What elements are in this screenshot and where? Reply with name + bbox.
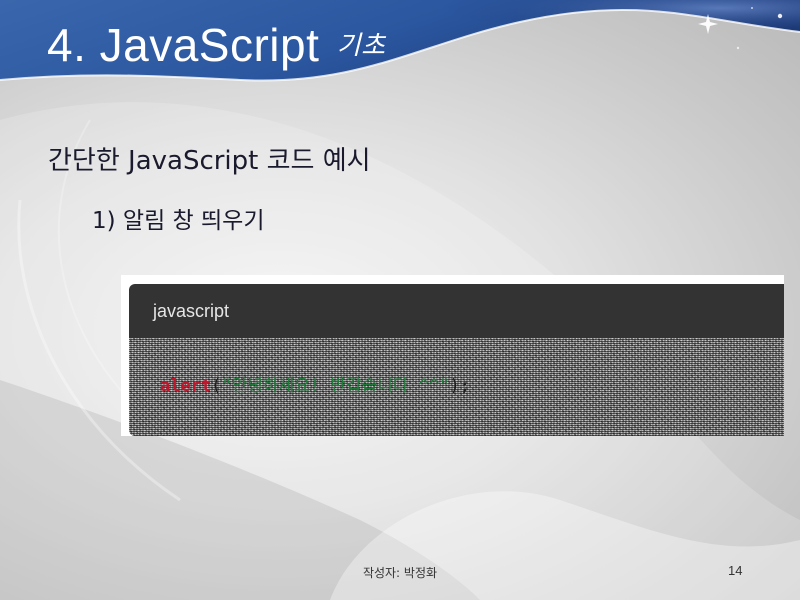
- code-function-name: alert: [160, 376, 212, 396]
- section-heading: 간단한 JavaScript 코드 예시: [48, 146, 371, 176]
- code-close-paren: );: [449, 376, 470, 396]
- code-string-literal: "안녕하세요! 반갑습니다 ^^": [221, 376, 450, 396]
- code-header: javascript: [129, 284, 784, 338]
- slide-title: 4. JavaScript 기초: [47, 18, 386, 72]
- slide: 4. JavaScript 기초 간단한 JavaScript 코드 예시 1)…: [0, 0, 800, 600]
- footer-author: 작성자: 박정화: [362, 566, 438, 580]
- page-number: 14: [728, 563, 743, 578]
- code-body: alert("안녕하세요! 반갑습니다 ^^");: [129, 338, 784, 436]
- code-snippet-image: javascript alert("안녕하세요! 반갑습니다 ^^");: [121, 275, 784, 436]
- code-open-paren: (: [211, 376, 222, 396]
- slide-title-main: 4. JavaScript: [47, 19, 320, 71]
- code-language-label: javascript: [153, 301, 230, 321]
- list-item: 1) 알림 창 띄우기: [92, 208, 265, 234]
- slide-title-suffix: 기초: [336, 31, 386, 61]
- code-line: alert("안녕하세요! 반갑습니다 ^^");: [160, 371, 470, 396]
